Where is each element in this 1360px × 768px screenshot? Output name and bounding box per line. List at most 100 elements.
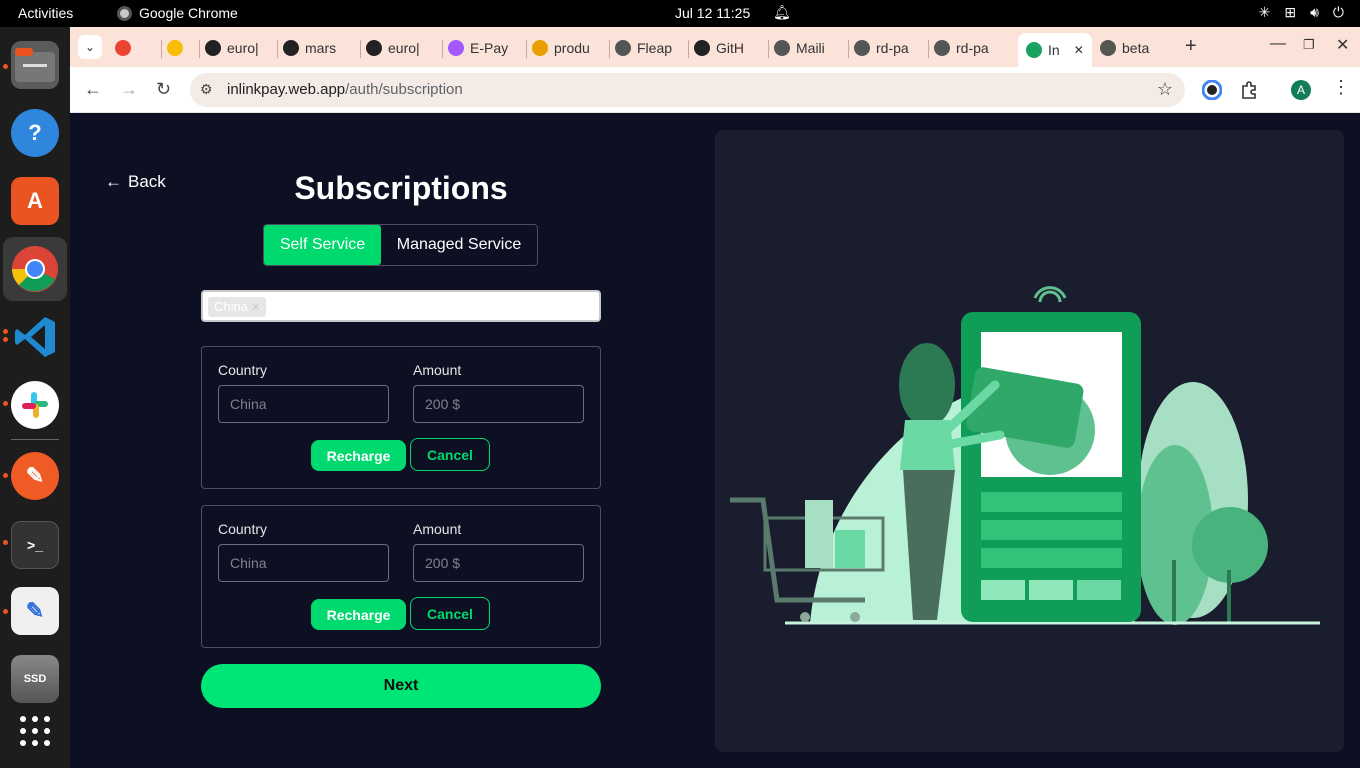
browser-toolbar: ← → ↻ ⚙ inlinkpay.web.app/auth/subscript… bbox=[70, 67, 1360, 113]
country-label: Country bbox=[218, 362, 268, 378]
activities-button[interactable]: Activities bbox=[18, 5, 73, 21]
tab-label: beta bbox=[1122, 40, 1150, 56]
reload-icon[interactable]: ↻ bbox=[156, 79, 171, 100]
tab-label: euro| bbox=[388, 40, 420, 56]
tab-separator bbox=[442, 40, 443, 58]
subscription-page: ← Back Subscriptions Self Service Manage… bbox=[70, 114, 1360, 768]
browser-tab[interactable]: Maili bbox=[774, 35, 846, 61]
help-icon[interactable]: ? bbox=[11, 109, 59, 157]
github-icon bbox=[283, 40, 299, 56]
browser-tab[interactable]: Fleap bbox=[615, 35, 687, 61]
country-tag: China × bbox=[208, 297, 266, 317]
extensions-puzzle-icon[interactable] bbox=[1239, 80, 1259, 100]
browser-tab[interactable]: euro| bbox=[366, 35, 438, 61]
gmail-icon bbox=[115, 40, 131, 56]
new-tab-plus-icon[interactable]: + bbox=[1185, 35, 1197, 58]
self-service-tab[interactable]: Self Service bbox=[264, 225, 381, 265]
tab-label: mars bbox=[305, 40, 337, 56]
site-info-icon[interactable]: ⚙ bbox=[200, 81, 213, 98]
github-icon bbox=[694, 40, 710, 56]
close-tab-icon[interactable]: ✕ bbox=[1074, 43, 1084, 57]
volume-icon[interactable]: 🔊︎ bbox=[1310, 4, 1319, 21]
country-input[interactable]: China bbox=[218, 544, 389, 582]
restore-icon[interactable]: ❐ bbox=[1303, 37, 1315, 53]
managed-service-tab[interactable]: Managed Service bbox=[381, 225, 537, 265]
terminal-icon[interactable]: >_ bbox=[11, 521, 59, 569]
browser-tab[interactable]: rd-pa bbox=[854, 35, 926, 61]
app-center-icon[interactable]: A bbox=[11, 177, 59, 225]
browser-tab[interactable]: rd-pa bbox=[934, 35, 1006, 61]
tab-label: rd-pa bbox=[956, 40, 989, 56]
network-icon[interactable]: ⊞ bbox=[1284, 4, 1296, 21]
tab-separator bbox=[360, 40, 361, 58]
phone-row bbox=[981, 548, 1122, 568]
person-hair bbox=[899, 343, 955, 427]
url-path: /auth/subscription bbox=[345, 81, 463, 98]
next-button[interactable]: Next bbox=[201, 664, 601, 708]
amount-label: Amount bbox=[413, 362, 462, 378]
tab-label: euro| bbox=[227, 40, 259, 56]
disk-icon[interactable]: SSD bbox=[11, 655, 59, 703]
browser-tab[interactable]: beta bbox=[1100, 35, 1172, 61]
chrome-small-icon bbox=[117, 5, 132, 21]
files-icon[interactable] bbox=[11, 41, 59, 89]
figma-icon bbox=[448, 40, 464, 56]
phone-row bbox=[981, 520, 1122, 540]
recharge-button[interactable]: Recharge bbox=[311, 599, 406, 630]
url-text[interactable]: inlinkpay.web.app/auth/subscription bbox=[227, 81, 463, 98]
cart-item bbox=[835, 530, 865, 568]
country-multiselect[interactable]: China × bbox=[201, 290, 601, 322]
cart-wheel bbox=[850, 612, 860, 622]
close-window-icon[interactable]: ✕ bbox=[1336, 35, 1349, 55]
tab-search-chevron-down-icon[interactable]: ⌄ bbox=[78, 35, 102, 59]
tab-active[interactable]: In ✕ bbox=[1018, 33, 1092, 67]
show-apps-icon[interactable] bbox=[11, 707, 59, 755]
recharge-button[interactable]: Recharge bbox=[311, 440, 406, 471]
clock[interactable]: Jul 12 11:25 bbox=[675, 5, 750, 21]
tab-separator bbox=[277, 40, 278, 58]
address-bar[interactable]: ⚙ inlinkpay.web.app/auth/subscription ☆ bbox=[190, 73, 1185, 107]
browser-tab[interactable]: euro| bbox=[205, 35, 277, 61]
running-indicator bbox=[3, 401, 8, 406]
app-menu[interactable]: Google Chrome bbox=[117, 5, 238, 21]
chrome-menu-icon[interactable]: ⋮ bbox=[1332, 77, 1350, 98]
globe-icon bbox=[1100, 40, 1116, 56]
keep-icon bbox=[167, 40, 183, 56]
tab-separator bbox=[848, 40, 849, 58]
tag-remove-icon[interactable]: × bbox=[252, 299, 260, 315]
profile-avatar[interactable]: A bbox=[1291, 80, 1311, 100]
browser-tab[interactable]: GitH bbox=[694, 35, 766, 61]
running-indicator bbox=[3, 64, 8, 69]
globe-icon bbox=[774, 40, 790, 56]
phone-key bbox=[1029, 580, 1073, 600]
notification-bell-icon[interactable]: 🔔︎ bbox=[773, 4, 791, 21]
chrome-icon bbox=[12, 246, 58, 292]
amount-input[interactable]: 200 $ bbox=[413, 544, 584, 582]
vscode-icon[interactable] bbox=[11, 313, 59, 361]
text-editor-icon[interactable]: ✎ bbox=[11, 587, 59, 635]
back-arrow-icon[interactable]: ← bbox=[84, 79, 102, 100]
cart-wheel bbox=[800, 612, 810, 622]
chrome-dock-active[interactable] bbox=[3, 237, 67, 301]
amount-input[interactable]: 200 $ bbox=[413, 385, 584, 423]
browser-tab[interactable]: produ bbox=[532, 35, 604, 61]
minimize-icon[interactable]: — bbox=[1270, 35, 1286, 53]
country-input[interactable]: China bbox=[218, 385, 389, 423]
power-icon[interactable]: ⏻ bbox=[1333, 4, 1344, 21]
back-link[interactable]: ← Back bbox=[105, 172, 166, 192]
cancel-button[interactable]: Cancel bbox=[410, 438, 490, 471]
color-extension-icon[interactable] bbox=[1202, 80, 1222, 100]
forward-arrow-icon[interactable]: → bbox=[120, 79, 138, 100]
tab-label: E-Pay bbox=[470, 40, 509, 56]
system-tray[interactable]: ✳ ⊞ 🔊︎ ⏻ bbox=[1259, 4, 1344, 21]
globe-icon bbox=[615, 40, 631, 56]
bookmark-star-icon[interactable]: ☆ bbox=[1157, 79, 1173, 100]
browser-tab[interactable]: mars bbox=[283, 35, 355, 61]
phone-key bbox=[981, 580, 1025, 600]
browser-tab[interactable]: E-Pay bbox=[448, 35, 520, 61]
slack-icon[interactable] bbox=[11, 381, 59, 429]
dock-separator bbox=[11, 439, 59, 440]
slack-tray-icon[interactable]: ✳ bbox=[1259, 4, 1271, 21]
cancel-button[interactable]: Cancel bbox=[410, 597, 490, 630]
postman-icon[interactable]: ✎ bbox=[11, 452, 59, 500]
